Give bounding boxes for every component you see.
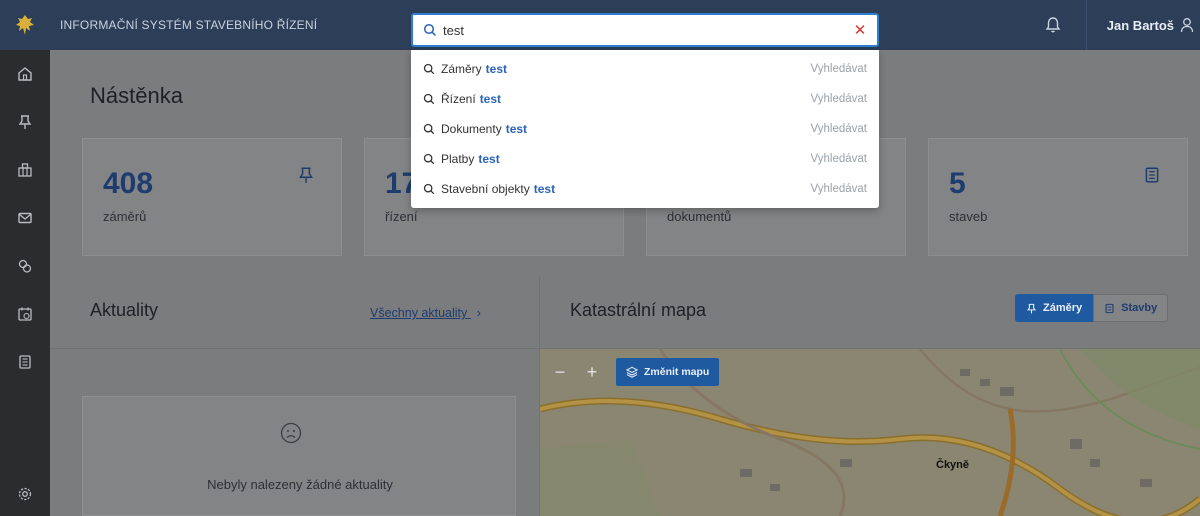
- news-header: Aktuality Všechny aktuality ›: [50, 276, 539, 348]
- app-title: INFORMAČNÍ SYSTÉM STAVEBNÍHO ŘÍZENÍ: [60, 18, 318, 32]
- stat-value: 408: [103, 167, 154, 200]
- search-suggestions: Záměry test Vyhledávat Řízení test Vyhle…: [411, 50, 879, 208]
- sidebar-item-zamery[interactable]: [0, 98, 50, 146]
- map-controls: − + Změnit mapu: [550, 358, 720, 386]
- sidebar: [0, 50, 50, 516]
- suggestion-action: Vyhledávat: [810, 153, 867, 165]
- all-news-link[interactable]: Všechny aktuality ›: [370, 306, 481, 320]
- all-news-link-label: Všechny aktuality: [370, 306, 468, 320]
- suggestion-zamery[interactable]: Záměry test Vyhledávat: [411, 54, 879, 84]
- suggestion-query: test: [478, 152, 500, 166]
- suggestion-platby[interactable]: Platby test Vyhledávat: [411, 144, 879, 174]
- suggestion-label: Dokumenty: [441, 122, 502, 136]
- home-icon: [18, 67, 32, 81]
- stat-card-zamery[interactable]: 408 záměrů: [82, 138, 342, 256]
- news-divider: [50, 348, 539, 349]
- map-title: Katastrální mapa: [570, 300, 707, 320]
- close-icon: ✕: [853, 22, 867, 39]
- suggestion-action: Vyhledávat: [810, 123, 867, 135]
- bell-icon: [1045, 17, 1061, 33]
- suggestion-query: test: [505, 122, 528, 136]
- map-place-label: Čkyně: [936, 459, 970, 471]
- layers-icon: [626, 366, 638, 378]
- suggestion-label: Stavební objekty: [441, 182, 530, 196]
- clear-search-button[interactable]: ✕: [843, 15, 877, 45]
- user-icon: [1180, 18, 1194, 33]
- zoom-out-button[interactable]: −: [550, 360, 570, 384]
- toggle-stavby[interactable]: Stavby: [1093, 294, 1169, 322]
- sidebar-item-payments[interactable]: [0, 242, 50, 290]
- pin-icon: [18, 115, 32, 129]
- sidebar-item-mail[interactable]: [0, 194, 50, 242]
- notifications-button[interactable]: [1038, 0, 1068, 50]
- suggestion-action: Vyhledávat: [810, 63, 867, 75]
- suggestion-action: Vyhledávat: [810, 93, 867, 105]
- gear-icon: [18, 487, 32, 501]
- building-icon: [1105, 303, 1114, 313]
- coins-icon: [18, 259, 32, 273]
- news-empty-state: Nebyly nalezeny žádné aktuality: [82, 396, 516, 516]
- search-icon: [417, 23, 443, 37]
- toggle-stavby-label: Stavby: [1121, 302, 1158, 314]
- building-icon: [1145, 167, 1159, 183]
- stat-label: záměrů: [103, 209, 147, 224]
- suggestion-label: Platby: [441, 152, 475, 166]
- toggle-zamery-label: Záměry: [1043, 302, 1083, 314]
- search-icon: [423, 153, 435, 165]
- stat-label: staveb: [949, 209, 988, 224]
- sidebar-item-settings[interactable]: [0, 470, 50, 516]
- suggestion-query: test: [479, 92, 502, 106]
- suggestion-dokumenty[interactable]: Dokumenty test Vyhledávat: [411, 114, 879, 144]
- sidebar-item-rizeni[interactable]: [0, 146, 50, 194]
- stat-label: řízení: [385, 209, 418, 224]
- map-layer-toggle: Záměry Stavby: [1015, 294, 1169, 322]
- toggle-zamery[interactable]: Záměry: [1015, 294, 1094, 322]
- suggestion-query: test: [485, 62, 508, 76]
- search-icon: [423, 93, 435, 105]
- pin-icon: [299, 167, 313, 183]
- sidebar-item-calendar[interactable]: [0, 290, 50, 338]
- sidebar-item-stavby[interactable]: [0, 338, 50, 386]
- app-logo[interactable]: [0, 0, 50, 50]
- news-title: Aktuality: [90, 300, 159, 320]
- suggestion-rizeni[interactable]: Řízení test Vyhledávat: [411, 84, 879, 114]
- mail-icon: [18, 212, 32, 224]
- change-map-label: Změnit mapu: [644, 366, 710, 378]
- search-input[interactable]: [443, 16, 843, 44]
- search-icon: [423, 123, 435, 135]
- stat-card-stavby[interactable]: 5 staveb: [928, 138, 1188, 256]
- user-menu-button[interactable]: [1174, 0, 1200, 50]
- change-map-button[interactable]: Změnit mapu: [616, 358, 720, 386]
- cadastral-map[interactable]: − + Změnit mapu Čkyně: [540, 349, 1200, 516]
- user-name[interactable]: Jan Bartoš: [1107, 18, 1174, 33]
- search-icon: [423, 63, 435, 75]
- zoom-in-button[interactable]: +: [582, 360, 602, 384]
- buildings-icon: [18, 163, 32, 177]
- search-icon: [423, 183, 435, 195]
- calendar-clock-icon: [18, 307, 32, 321]
- suggestion-action: Vyhledávat: [810, 183, 867, 195]
- chevron-right-icon: ›: [476, 306, 481, 320]
- top-right-area: Jan Bartoš: [1038, 0, 1200, 50]
- global-search: ✕: [411, 13, 879, 47]
- stat-label: dokumentů: [667, 209, 732, 224]
- suggestion-label: Záměry: [441, 62, 482, 76]
- pin-icon: [1027, 303, 1036, 313]
- top-divider: [1085, 0, 1087, 50]
- stat-value: 5: [949, 167, 966, 200]
- building-icon: [19, 355, 31, 369]
- suggestion-query: test: [533, 182, 556, 196]
- sidebar-item-home[interactable]: [0, 50, 50, 98]
- sad-face-icon: [280, 422, 302, 444]
- empty-news-text: Nebyly nalezeny žádné aktuality: [207, 477, 393, 492]
- lion-logo-icon: [16, 15, 34, 35]
- suggestion-stavebni-objekty[interactable]: Stavební objekty test Vyhledávat: [411, 174, 879, 204]
- page-title: Nástěnka: [90, 83, 183, 108]
- suggestion-label: Řízení: [441, 92, 476, 106]
